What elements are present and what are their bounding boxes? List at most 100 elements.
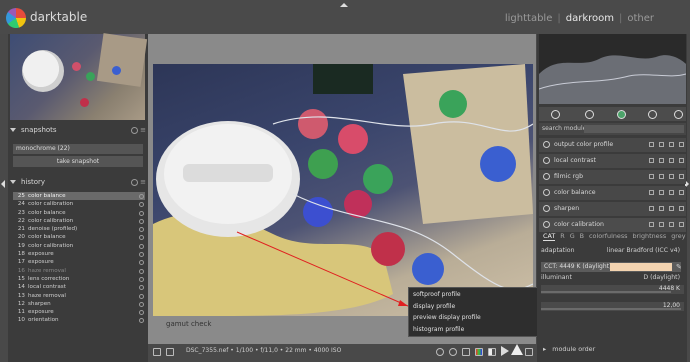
history-item[interactable]: 21 denoise (profiled)	[13, 225, 145, 233]
history-item[interactable]: 16 haze removal	[13, 267, 145, 275]
presets-icon[interactable]	[669, 158, 674, 163]
effect-modules-tab-icon[interactable]	[674, 110, 683, 119]
illuminant-row[interactable]: illuminant D (daylight)	[541, 274, 684, 284]
tab-grey[interactable]: grey	[671, 232, 685, 240]
gamut-check-icon[interactable]	[511, 344, 523, 355]
module-status-icon	[139, 218, 144, 224]
color-assessment-icon[interactable]	[462, 348, 470, 356]
history-item[interactable]: 15 lens correction	[13, 275, 145, 283]
multi-instance-icon[interactable]	[649, 190, 654, 195]
play-icon[interactable]	[501, 346, 509, 356]
history-item[interactable]: 22 color calibration	[13, 217, 145, 225]
take-snapshot-button[interactable]: take snapshot	[13, 156, 143, 167]
quick-access-icon[interactable]	[153, 348, 161, 356]
snapshots-header[interactable]: snapshots ≡	[10, 126, 146, 138]
base-modules-tab-icon[interactable]	[585, 110, 594, 119]
tab-g[interactable]: G	[570, 232, 575, 240]
presets-menu-icon[interactable]: ≡	[140, 178, 146, 186]
correct-modules-tab-icon[interactable]	[648, 110, 657, 119]
multi-instance-icon[interactable]	[649, 222, 654, 227]
presets-icon[interactable]	[669, 142, 674, 147]
history-item[interactable]: 20 color balance	[13, 233, 145, 241]
histogram[interactable]	[539, 34, 686, 104]
softproof-icon[interactable]	[488, 348, 496, 356]
module-header[interactable]: filmic rgb	[539, 170, 686, 184]
module-header[interactable]: sharpen	[539, 202, 686, 216]
multi-instance-icon[interactable]	[649, 142, 654, 147]
view-other[interactable]: other	[627, 13, 654, 24]
module-order-row[interactable]: ▸ module order	[539, 345, 686, 357]
view-separator: |	[618, 13, 623, 24]
power-icon[interactable]	[543, 205, 550, 212]
value-slider[interactable]: 12,00	[541, 302, 684, 311]
reset-icon[interactable]	[659, 190, 664, 195]
module-name: filmic rgb	[554, 173, 584, 180]
tab-colorfulness[interactable]: colorfulness	[589, 232, 627, 240]
snapshot-entry[interactable]: monochrome (22)	[13, 144, 143, 154]
module-header[interactable]: color calibration	[539, 218, 686, 232]
menu-icon[interactable]	[679, 142, 684, 147]
power-icon[interactable]	[543, 221, 550, 228]
power-icon[interactable]	[543, 157, 550, 164]
history-item[interactable]: 23 color balance	[13, 209, 145, 217]
module-header[interactable]: output color profile	[539, 138, 686, 152]
menu-icon[interactable]	[679, 158, 684, 163]
presets-icon[interactable]	[669, 206, 674, 211]
history-item[interactable]: 19 color calibration	[13, 242, 145, 250]
history-item[interactable]: 24 color calibration	[13, 200, 145, 208]
tab-r[interactable]: R	[560, 232, 564, 240]
history-item[interactable]: 11 exposure	[13, 308, 145, 316]
color-picker-icon[interactable]: ✎	[676, 263, 682, 271]
menu-icon[interactable]	[679, 174, 684, 179]
history-header[interactable]: history ≡	[10, 178, 146, 190]
focus-peaking-icon[interactable]	[449, 348, 457, 356]
history-item[interactable]: 18 exposure	[13, 250, 145, 258]
reset-icon[interactable]	[131, 179, 138, 186]
reset-icon[interactable]	[659, 206, 664, 211]
tab-cat[interactable]: CAT	[543, 232, 556, 241]
adaptation-row[interactable]: adaptation linear Bradford (ICC v4)	[541, 247, 684, 257]
search-module-input[interactable]	[584, 125, 684, 133]
menu-icon[interactable]	[679, 222, 684, 227]
multi-instance-icon[interactable]	[649, 174, 654, 179]
module-header[interactable]: color balance	[539, 186, 686, 200]
reset-icon[interactable]	[131, 127, 138, 134]
tab-brightness[interactable]: brightness	[633, 232, 667, 240]
reset-icon[interactable]	[659, 158, 664, 163]
raw-overexposed-icon[interactable]	[436, 348, 444, 356]
reset-icon[interactable]	[659, 142, 664, 147]
history-item[interactable]: 17 exposure	[13, 258, 145, 266]
multi-instance-icon[interactable]	[649, 158, 654, 163]
power-icon[interactable]	[543, 141, 550, 148]
guides-icon[interactable]	[525, 348, 533, 356]
expand-triangle-icon	[10, 180, 16, 184]
menu-icon[interactable]	[679, 190, 684, 195]
color-modules-tab-icon[interactable]	[617, 110, 626, 119]
presets-icon[interactable]	[669, 190, 674, 195]
tab-b[interactable]: B	[580, 232, 584, 240]
power-icon[interactable]	[543, 173, 550, 180]
presets-icon[interactable]	[669, 222, 674, 227]
history-item[interactable]: 10 orientation	[13, 316, 145, 324]
presets-icon[interactable]	[669, 174, 674, 179]
history-item[interactable]: 13 haze removal	[13, 292, 145, 300]
collapse-top-arrow-icon[interactable]	[340, 3, 348, 7]
overexposed-icon[interactable]	[475, 348, 483, 356]
power-icon[interactable]	[543, 189, 550, 196]
presets-menu-icon[interactable]: ≡	[140, 126, 146, 134]
multi-instance-icon[interactable]	[649, 206, 654, 211]
view-lighttable[interactable]: lighttable	[505, 13, 553, 24]
reset-icon[interactable]	[659, 222, 664, 227]
temperature-slider[interactable]: 4448 K	[541, 285, 684, 294]
menu-icon[interactable]	[679, 206, 684, 211]
history-item[interactable]: 12 sharpen	[13, 300, 145, 308]
collapse-left-arrow-icon[interactable]	[1, 180, 5, 188]
view-darkroom[interactable]: darkroom	[566, 13, 614, 24]
edited-photo[interactable]	[153, 64, 533, 316]
history-item[interactable]: 14 local contrast	[13, 283, 145, 291]
styles-icon[interactable]	[166, 348, 174, 356]
module-header[interactable]: local contrast	[539, 154, 686, 168]
reset-icon[interactable]	[659, 174, 664, 179]
active-modules-tab-icon[interactable]	[551, 110, 560, 119]
history-item[interactable]: 25 color balance	[13, 192, 145, 201]
